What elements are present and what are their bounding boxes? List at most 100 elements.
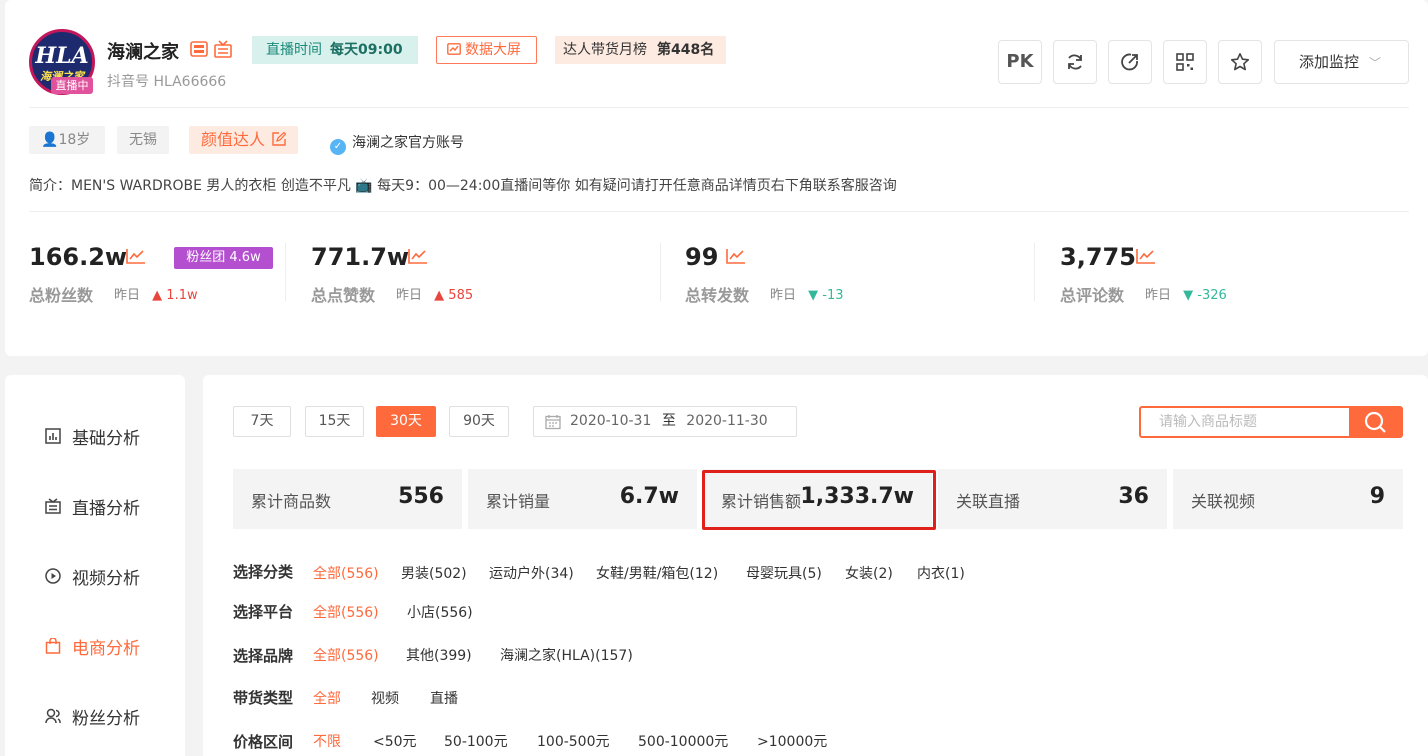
- refresh-icon: [1068, 54, 1082, 70]
- stat-fans-delta: 昨日 ▲ 1.1w: [114, 284, 198, 303]
- stat-comments-delta: 昨日 ▼ -326: [1145, 284, 1227, 303]
- summary-label: 关联视频: [1191, 492, 1256, 511]
- range-7d-button[interactable]: 7天: [233, 406, 291, 437]
- sidebar-item-ecommerce[interactable]: 电商分析: [44, 634, 140, 659]
- date-range-picker[interactable]: 2020-10-31 至 2020-11-30: [533, 406, 797, 437]
- city-tag: 无锡: [117, 126, 169, 154]
- star-icon: [1230, 53, 1250, 71]
- summary-total-products: 累计商品数 556: [233, 469, 462, 529]
- users-icon: [44, 708, 62, 729]
- filter-option[interactable]: 全部: [313, 688, 341, 708]
- divider: [29, 211, 1409, 212]
- summary-total-sales-volume: 累计销量 6.7w: [468, 469, 697, 529]
- rank-value: 第448名: [657, 42, 715, 58]
- search-input[interactable]: [1141, 408, 1353, 436]
- filter-option[interactable]: 500-10000元: [638, 731, 728, 751]
- search-icon: [1364, 411, 1386, 433]
- filter-option[interactable]: 全部(556): [313, 563, 379, 583]
- highlight-box: [702, 470, 936, 530]
- stat-comments-label: 总评论数: [1060, 286, 1125, 305]
- delta-value: -13: [822, 288, 844, 303]
- live-time-pill: 直播时间 每天09:00: [252, 36, 418, 64]
- stat-shares-delta: 昨日 ▼ -13: [770, 284, 844, 303]
- filter-option[interactable]: 母婴玩具(5): [746, 563, 822, 583]
- add-monitor-label: 添加监控: [1299, 53, 1360, 71]
- filter-option[interactable]: 内衣(1): [917, 563, 965, 583]
- filter-option[interactable]: <50元: [373, 731, 417, 751]
- sidebar-item-fans[interactable]: 粉丝分析: [44, 704, 140, 729]
- stat-shares-label: 总转发数: [685, 286, 750, 305]
- shopping-bag-icon: [44, 637, 62, 659]
- sidebar-item-label: 基础分析: [72, 429, 140, 449]
- sidebar-item-basic[interactable]: 基础分析: [44, 424, 140, 449]
- filter-option[interactable]: 女鞋/男鞋/箱包(12): [596, 563, 718, 583]
- filter-option[interactable]: 不限: [313, 731, 341, 751]
- divider: [29, 107, 1409, 108]
- filter-option[interactable]: 全部(556): [313, 645, 379, 665]
- yesterday-label: 昨日: [1145, 288, 1172, 303]
- divider: [1034, 243, 1035, 301]
- trend-chart-icon[interactable]: [726, 248, 746, 264]
- filter-option[interactable]: 视频: [371, 688, 399, 708]
- qrcode-button[interactable]: [1163, 40, 1207, 84]
- date-end: 2020-11-30: [686, 413, 768, 429]
- filter-option[interactable]: >10000元: [757, 731, 827, 751]
- sidebar-item-label: 直播分析: [72, 499, 140, 519]
- sidebar-item-video[interactable]: 视频分析: [44, 564, 140, 589]
- favorite-button[interactable]: [1218, 40, 1262, 84]
- date-start: 2020-10-31: [570, 413, 652, 429]
- stat-likes-delta: 昨日 ▲ 585: [396, 284, 473, 303]
- sidebar-item-label: 粉丝分析: [72, 709, 140, 729]
- filter-type-label: 带货类型: [233, 689, 294, 707]
- summary-value: 556: [398, 484, 444, 509]
- trend-chart-icon[interactable]: [1136, 248, 1156, 264]
- filter-option[interactable]: 小店(556): [407, 602, 473, 622]
- chart-icon: [447, 43, 461, 55]
- monthly-rank-pill[interactable]: 达人带货月榜 第448名: [555, 36, 726, 64]
- search-button[interactable]: [1349, 408, 1401, 436]
- add-monitor-dropdown[interactable]: 添加监控 ﹀: [1274, 40, 1409, 84]
- category-tag[interactable]: 颜值达人: [189, 126, 299, 154]
- filter-option[interactable]: 100-500元: [537, 731, 610, 751]
- filter-option[interactable]: 男装(502): [401, 563, 467, 583]
- live-badge: 直播中: [51, 77, 93, 94]
- arrow-down-icon: ▼: [808, 288, 819, 303]
- delta-value: 585: [448, 288, 474, 303]
- stat-fans-value: 166.2w: [29, 243, 128, 271]
- sidebar-item-live[interactable]: 直播分析: [44, 494, 140, 519]
- trend-chart-icon[interactable]: [126, 248, 146, 264]
- share-icon: [1121, 53, 1138, 71]
- range-90d-button[interactable]: 90天: [449, 406, 509, 437]
- summary-label: 累计销量: [486, 492, 551, 511]
- filter-option[interactable]: 直播: [430, 688, 458, 708]
- verified-icon: ✓: [330, 139, 346, 155]
- trend-chart-icon[interactable]: [408, 248, 428, 264]
- refresh-button[interactable]: [1053, 40, 1097, 84]
- range-30d-button[interactable]: 30天: [376, 406, 436, 437]
- category-value: 颜值达人: [201, 130, 266, 149]
- pk-button[interactable]: PK: [998, 40, 1042, 84]
- filter-option[interactable]: 全部(556): [313, 602, 379, 622]
- qrcode-icon: [1176, 53, 1194, 71]
- filter-option[interactable]: 运动户外(34): [489, 563, 574, 583]
- arrow-up-icon: ▲: [434, 288, 445, 303]
- live-time-value: 每天09:00: [330, 42, 403, 58]
- filter-price-label: 价格区间: [233, 733, 294, 751]
- data-screen-button[interactable]: 数据大屏: [436, 36, 537, 64]
- filter-option[interactable]: 海澜之家(HLA)(157): [500, 645, 633, 665]
- sidebar-item-label: 电商分析: [72, 639, 140, 659]
- filter-option[interactable]: 50-100元: [444, 731, 508, 751]
- bar-chart-icon: [44, 428, 62, 449]
- age-value: 18岁: [58, 132, 91, 148]
- filter-option[interactable]: 其他(399): [406, 645, 472, 665]
- age-tag: 👤18岁: [29, 126, 105, 154]
- data-screen-label: 数据大屏: [465, 42, 521, 58]
- range-15d-button[interactable]: 15天: [305, 406, 364, 437]
- douyin-id: 抖音号 HLA66666: [107, 74, 227, 90]
- live-tv-icon: [44, 498, 62, 519]
- filter-option[interactable]: 女装(2): [845, 563, 893, 583]
- delta-value: 1.1w: [166, 288, 198, 303]
- share-button[interactable]: [1108, 40, 1152, 84]
- summary-related-lives: 关联直播 36: [938, 469, 1167, 529]
- stat-comments-value: 3,775: [1060, 243, 1136, 271]
